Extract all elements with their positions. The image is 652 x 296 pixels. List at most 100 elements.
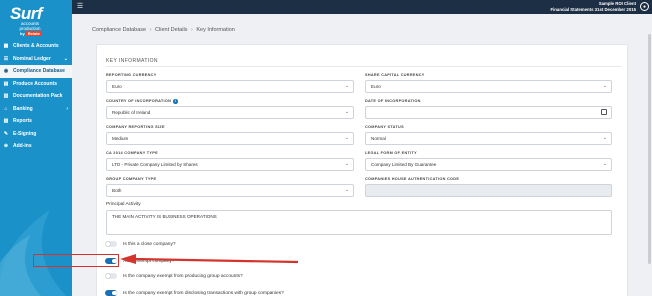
vendor-badge: Relate — [25, 31, 42, 36]
sidebar-item-label: Produce Accounts — [13, 80, 57, 87]
sidebar-item-label: Nominal Ledger — [13, 55, 51, 62]
info-icon[interactable]: i — [173, 99, 178, 104]
select-value: LTD - Private Company Limited by Shares — [112, 162, 198, 167]
brand-name: Surf — [10, 4, 43, 23]
field-label: SHARE CAPITAL CURRENCY — [365, 73, 425, 77]
client-info: Sample ROI Client Financial Statements 3… — [550, 1, 636, 12]
select-value: Euro — [371, 84, 381, 89]
sidebar-item-documentation-pack[interactable]: ▥ Documentation Pack — [0, 90, 72, 103]
group-company-type-field: GROUP COMPANY TYPE Both ⌄ — [106, 176, 354, 197]
chevron-down-icon: ⌄ — [344, 83, 349, 89]
select-value: Medium — [112, 136, 129, 141]
share-capital-currency-select[interactable]: Euro ⌄ — [365, 80, 612, 93]
select-value: Euro — [112, 84, 122, 89]
date-of-incorporation-field: DATE OF INCORPORATION — [365, 98, 612, 119]
breadcrumb: Compliance Database › Client Details › K… — [92, 27, 235, 33]
topbar: ☰ Sample ROI Client Financial Statements… — [72, 0, 652, 14]
hamburger-menu-icon[interactable]: ☰ — [76, 3, 84, 11]
wave-decoration — [0, 210, 67, 296]
pen-icon: ✎ — [3, 130, 9, 137]
field-label-text: COUNTRY OF INCORPORATION — [106, 99, 172, 103]
group-transactions-exempt-toggle-row: Is the company exempt from disclosing tr… — [105, 289, 284, 296]
chevron-down-icon: ⌄ — [63, 55, 68, 62]
sidebar-item-add-ins[interactable]: ⊕ Add-ins — [0, 140, 72, 153]
close-company-toggle[interactable] — [105, 241, 117, 247]
date-of-incorporation-input[interactable] — [365, 106, 612, 119]
scrollbar[interactable] — [647, 14, 652, 296]
legal-form-of-entity-select[interactable]: Company Limited By Guarantee ⌄ — [365, 158, 612, 171]
sidebar-item-clients-accounts[interactable]: ▦ Clients & Accounts — [0, 40, 72, 53]
panel-title: KEY INFORMATION — [106, 58, 158, 64]
breadcrumb-separator: › — [149, 27, 152, 33]
bank-icon: ⌂ — [4, 105, 8, 112]
company-reporting-size-select[interactable]: Medium ⌄ — [106, 132, 354, 145]
sidebar: Surf accounts production by Relate ▦ Cli… — [0, 0, 72, 296]
sidebar-item-label: Banking — [13, 105, 33, 112]
group-company-type-select[interactable]: Both ⌄ — [106, 184, 354, 197]
group-accounts-exempt-toggle-row: Is the company exempt from producing gro… — [105, 272, 243, 280]
brand-by-label: by — [20, 31, 25, 36]
grid-icon: ▦ — [3, 43, 9, 50]
chevron-down-icon: ⌄ — [344, 161, 349, 167]
field-label: COUNTRY OF INCORPORATION i — [106, 98, 354, 104]
sidebar-item-e-signing[interactable]: ✎ E-Signing — [0, 128, 72, 141]
sidebar-item-compliance-database[interactable]: ◉ Compliance Database — [0, 65, 72, 78]
brand-vendor: by Relate — [20, 31, 60, 36]
field-label: COMPANY REPORTING SIZE — [106, 125, 165, 129]
sidebar-item-label: Add-ins — [13, 143, 32, 150]
sidebar-item-banking[interactable]: ⌂ Banking › — [0, 103, 72, 116]
ca2014-company-type-field: CA 2014 COMPANY TYPE LTD - Private Compa… — [106, 150, 354, 171]
chevron-down-icon: ⌄ — [602, 135, 607, 141]
field-label: DATE OF INCORPORATION — [365, 99, 421, 103]
sidebar-nav: ▦ Clients & Accounts ☰ Nominal Ledger ⌄ … — [0, 40, 72, 153]
pack-icon: ▥ — [3, 93, 9, 100]
select-value: Republic of Ireland — [112, 110, 151, 115]
country-of-incorporation-select[interactable]: Republic of Ireland ⌄ — [106, 106, 354, 119]
breadcrumb-item: Key Information — [196, 27, 235, 33]
breadcrumb-item[interactable]: Compliance Database — [92, 27, 146, 33]
breadcrumb-item[interactable]: Client Details — [155, 27, 187, 33]
principal-activity-textarea[interactable]: THE MAIN ACTIVITY IS BUSINESS OPERATIONS — [106, 210, 612, 235]
toggle-label: Is the company exempt from producing gro… — [123, 273, 243, 279]
field-label: LEGAL FORM OF ENTITY — [365, 151, 417, 155]
sidebar-item-label: E-Signing — [13, 130, 37, 137]
field-label: GROUP COMPANY TYPE — [106, 177, 157, 181]
close-company-toggle-row: Is this a close company? — [105, 240, 176, 248]
chevron-down-icon: ⌄ — [602, 83, 607, 89]
divider — [106, 66, 621, 67]
toggle-label: Is the company exempt from disclosing tr… — [123, 290, 284, 296]
group-accounts-exempt-toggle[interactable] — [105, 273, 117, 279]
ca2014-company-type-select[interactable]: LTD - Private Company Limited by Shares … — [106, 158, 354, 171]
principal-activity-field: Principal Activity THE MAIN ACTIVITY IS … — [106, 202, 612, 235]
user-icon[interactable]: ● — [640, 2, 649, 11]
period-label: Financial Statements 31st December 2015 — [550, 6, 636, 12]
plus-icon: ⊕ — [3, 143, 9, 150]
legal-form-of-entity-field: LEGAL FORM OF ENTITY Company Limited By … — [365, 150, 612, 171]
highlight-box — [33, 254, 119, 267]
reports-icon: ▨ — [3, 118, 9, 125]
sidebar-item-label: Clients & Accounts — [13, 43, 59, 50]
ledger-icon: ☰ — [3, 55, 9, 62]
brand-logo[interactable]: Surf accounts production by Relate — [10, 4, 60, 38]
database-icon: ◉ — [3, 68, 9, 75]
company-reporting-size-field: COMPANY REPORTING SIZE Medium ⌄ — [106, 124, 354, 145]
scrollbar-thumb[interactable] — [648, 34, 651, 264]
sidebar-item-produce-accounts[interactable]: ▤ Produce Accounts — [0, 78, 72, 91]
reporting-currency-select[interactable]: Euro ⌄ — [106, 80, 354, 93]
field-label: CA 2014 COMPANY TYPE — [106, 151, 158, 155]
sidebar-item-reports[interactable]: ▨ Reports — [0, 115, 72, 128]
calendar-icon[interactable] — [601, 109, 607, 115]
document-icon: ▤ — [3, 80, 9, 87]
sidebar-item-label: Compliance Database — [13, 68, 65, 75]
country-of-incorporation-field: COUNTRY OF INCORPORATION i Republic of Ir… — [106, 98, 354, 119]
annotation-arrow — [120, 254, 299, 264]
group-transactions-exempt-toggle[interactable] — [105, 290, 117, 296]
chevron-right-icon: › — [66, 105, 68, 112]
company-status-select[interactable]: Normal ⌄ — [365, 132, 612, 145]
companies-house-auth-code-field: COMPANIES HOUSE AUTHENTICATION CODE — [365, 176, 612, 197]
toggle-label: Is this a close company? — [123, 241, 176, 247]
chevron-down-icon: ⌄ — [602, 161, 607, 167]
breadcrumb-separator: › — [190, 27, 193, 33]
sidebar-item-nominal-ledger[interactable]: ☰ Nominal Ledger ⌄ — [0, 53, 72, 66]
field-label: REPORTING CURRENCY — [106, 73, 157, 77]
